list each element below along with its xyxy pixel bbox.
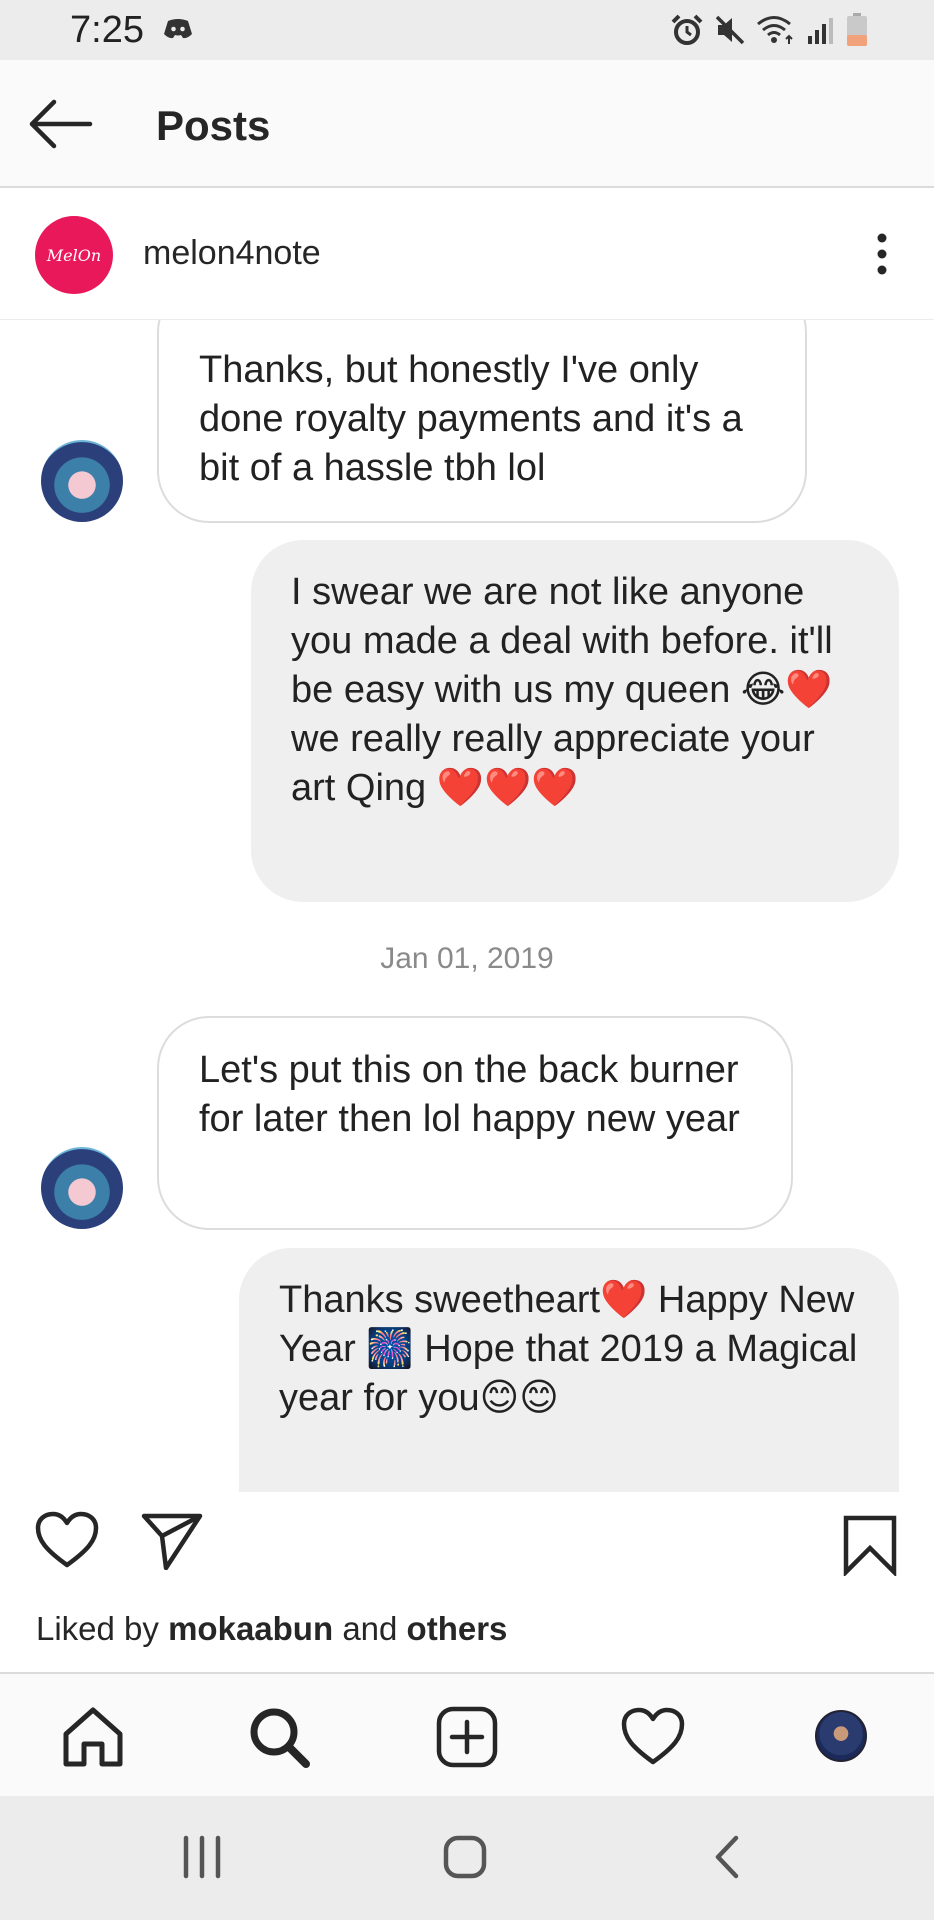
more-options-icon[interactable] [870,230,894,278]
bookmark-icon[interactable] [842,1514,898,1576]
post-image[interactable]: Thanks, but honestly I've only done roya… [0,320,934,1492]
chat-date-label: Jan 01, 2019 [380,942,554,975]
author-username[interactable]: melon4note [143,234,321,273]
liked-by-prefix: Liked by [36,1610,159,1647]
liked-by-and: and [342,1610,398,1647]
android-nav-bar [0,1796,934,1920]
discord-icon [164,19,192,39]
alarm-icon [671,14,703,45]
status-time: 7:25 [70,9,144,51]
liked-by-others-link[interactable]: others [407,1610,508,1647]
wifi-icon [757,16,793,44]
mute-icon [715,15,745,45]
status-bar: 7:25 [0,0,934,60]
signal-icon [808,18,833,44]
status-icons [670,12,868,48]
liked-by-user-link[interactable]: mokaabun [168,1610,333,1647]
message-bubble-incoming: Let's put this on the back burner for la… [157,1016,793,1230]
battery-icon [847,13,867,46]
share-send-icon[interactable] [140,1510,204,1570]
profile-avatar[interactable] [815,1710,867,1762]
chat-avatar [41,440,123,522]
message-bubble-outgoing: Thanks sweetheart❤️ Happy New Year 🎆 Hop… [239,1248,899,1492]
bottom-nav [0,1672,934,1796]
author-avatar[interactable]: MelOn [35,216,113,294]
page-title: Posts [156,102,271,149]
message-bubble-incoming: Thanks, but honestly I've only done roya… [157,320,807,523]
add-post-icon[interactable] [434,1704,500,1770]
home-icon[interactable] [60,1704,126,1770]
home-button[interactable] [442,1834,488,1880]
recent-apps-button[interactable] [180,1834,224,1880]
author-avatar-text: MelOn [46,245,102,265]
message-bubble-outgoing: I swear we are not like anyone you made … [251,540,899,902]
activity-heart-icon[interactable] [620,1704,686,1770]
chat-avatar [41,1147,123,1229]
liked-by-text: Liked by mokaabun and others [36,1610,507,1648]
post-author-row: MelOn melon4note [0,190,934,320]
back-arrow-icon[interactable] [28,98,94,150]
back-button[interactable] [712,1834,742,1880]
post-actions: Liked by mokaabun and others [0,1492,934,1672]
like-heart-icon[interactable] [34,1510,100,1570]
header: Posts [0,60,934,188]
search-icon[interactable] [246,1704,312,1770]
